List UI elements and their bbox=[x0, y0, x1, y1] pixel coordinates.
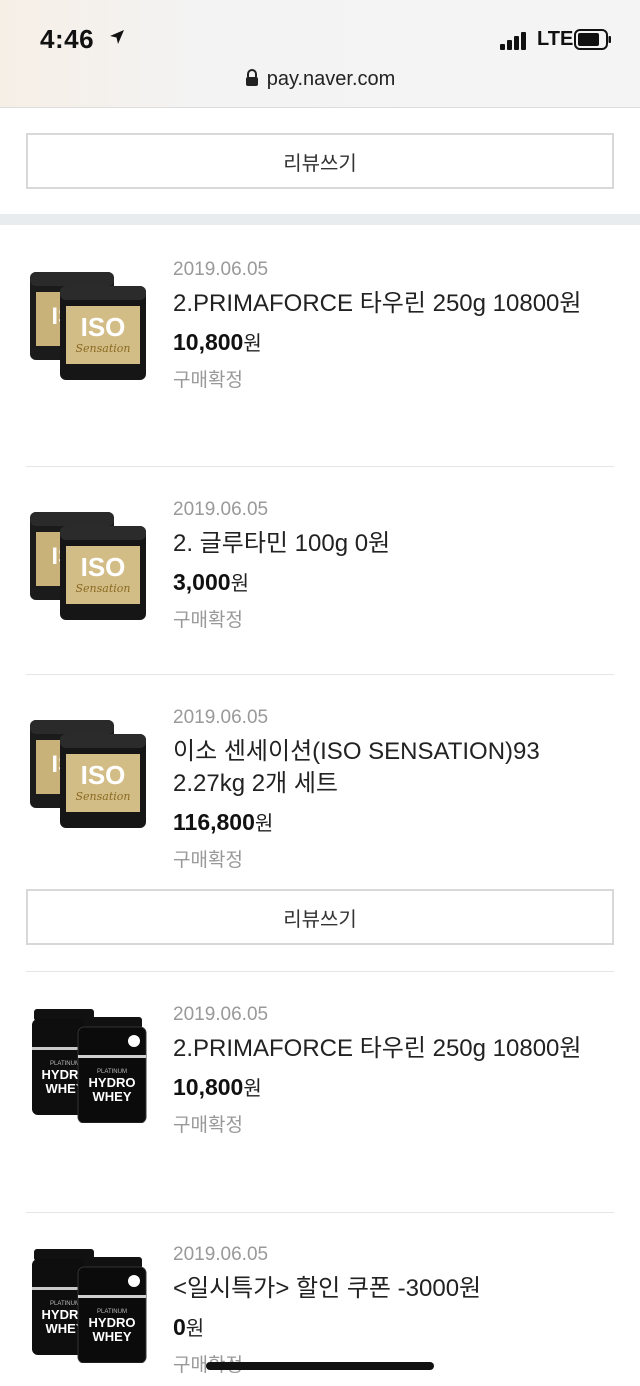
network-type: LTE bbox=[537, 28, 574, 50]
review-button-label: 리뷰쓰기 bbox=[283, 152, 357, 175]
product-thumbnail-hydro-whey: PLATINUM HYDRO WHEY PLATINUM HYDRO WHEY bbox=[32, 1249, 147, 1363]
product-thumbnail-hydro-whey: PLATINUM HYDRO WHEY PLATINUM HYDRO WHEY bbox=[32, 1009, 147, 1123]
product-price: 10,800원 bbox=[173, 329, 262, 355]
product-title[interactable]: 2.PRIMAFORCE 타우린 250g 10800원 bbox=[173, 288, 613, 320]
product-thumbnail-iso-sensation: ISO ISO Sensation bbox=[30, 720, 146, 828]
svg-text:Sensation: Sensation bbox=[76, 582, 131, 595]
signal-icon bbox=[500, 30, 530, 50]
home-indicator[interactable] bbox=[206, 1362, 434, 1370]
product-title[interactable]: 2. 글루타민 100g 0원 bbox=[173, 528, 613, 560]
order-status: 구매확정 bbox=[173, 850, 243, 871]
order-date: 2019.06.05 bbox=[173, 499, 269, 520]
product-price: 3,000원 bbox=[173, 569, 249, 595]
review-write-button[interactable]: 리뷰쓰기 bbox=[26, 889, 614, 945]
product-title[interactable]: <일시특가> 할인 쿠폰 -3000원 bbox=[173, 1273, 613, 1305]
order-date: 2019.06.05 bbox=[173, 259, 269, 280]
divider bbox=[26, 466, 614, 467]
svg-text:Sensation: Sensation bbox=[76, 342, 131, 355]
svg-text:HYDRO: HYDRO bbox=[89, 1075, 136, 1090]
svg-text:WHEY: WHEY bbox=[93, 1329, 132, 1344]
section-separator bbox=[0, 214, 640, 225]
order-date: 2019.06.05 bbox=[173, 1004, 269, 1025]
product-price: 116,800원 bbox=[173, 809, 274, 835]
order-status: 구매확정 bbox=[173, 1115, 243, 1136]
order-status: 구매확정 bbox=[173, 370, 243, 391]
status-bar: 4:46 LTE pay.naver.com bbox=[0, 0, 640, 108]
svg-text:ISO: ISO bbox=[81, 552, 126, 582]
url-bar[interactable]: pay.naver.com bbox=[0, 68, 640, 91]
review-write-button[interactable]: 리뷰쓰기 bbox=[26, 133, 614, 189]
review-button-label: 리뷰쓰기 bbox=[283, 908, 357, 931]
product-price: 10,800원 bbox=[173, 1074, 262, 1100]
url-text: pay.naver.com bbox=[266, 68, 396, 90]
order-date: 2019.06.05 bbox=[173, 707, 269, 728]
product-thumbnail-iso-sensation: ISO ISO Sensation bbox=[30, 512, 146, 620]
divider bbox=[26, 1212, 614, 1213]
svg-text:Sensation: Sensation bbox=[76, 790, 131, 803]
status-time: 4:46 bbox=[40, 24, 126, 55]
product-thumbnail-iso-sensation: ISO ISO Sensation bbox=[30, 272, 146, 380]
time-text: 4:46 bbox=[40, 24, 95, 54]
svg-text:HYDRO: HYDRO bbox=[89, 1315, 136, 1330]
lock-icon bbox=[245, 69, 258, 86]
product-price: 0원 bbox=[173, 1314, 205, 1340]
divider bbox=[26, 971, 614, 972]
product-title[interactable]: 2.PRIMAFORCE 타우린 250g 10800원 bbox=[173, 1033, 613, 1065]
divider bbox=[26, 674, 614, 675]
svg-text:ISO: ISO bbox=[81, 760, 126, 790]
location-arrow-icon bbox=[109, 30, 124, 44]
order-date: 2019.06.05 bbox=[173, 1244, 269, 1265]
order-status: 구매확정 bbox=[173, 610, 243, 631]
product-title[interactable]: 이소 센세이션(ISO SENSATION)93 2.27kg 2개 세트 bbox=[173, 736, 613, 800]
svg-text:WHEY: WHEY bbox=[93, 1089, 132, 1104]
battery-icon bbox=[574, 29, 611, 50]
svg-text:ISO: ISO bbox=[81, 312, 126, 342]
